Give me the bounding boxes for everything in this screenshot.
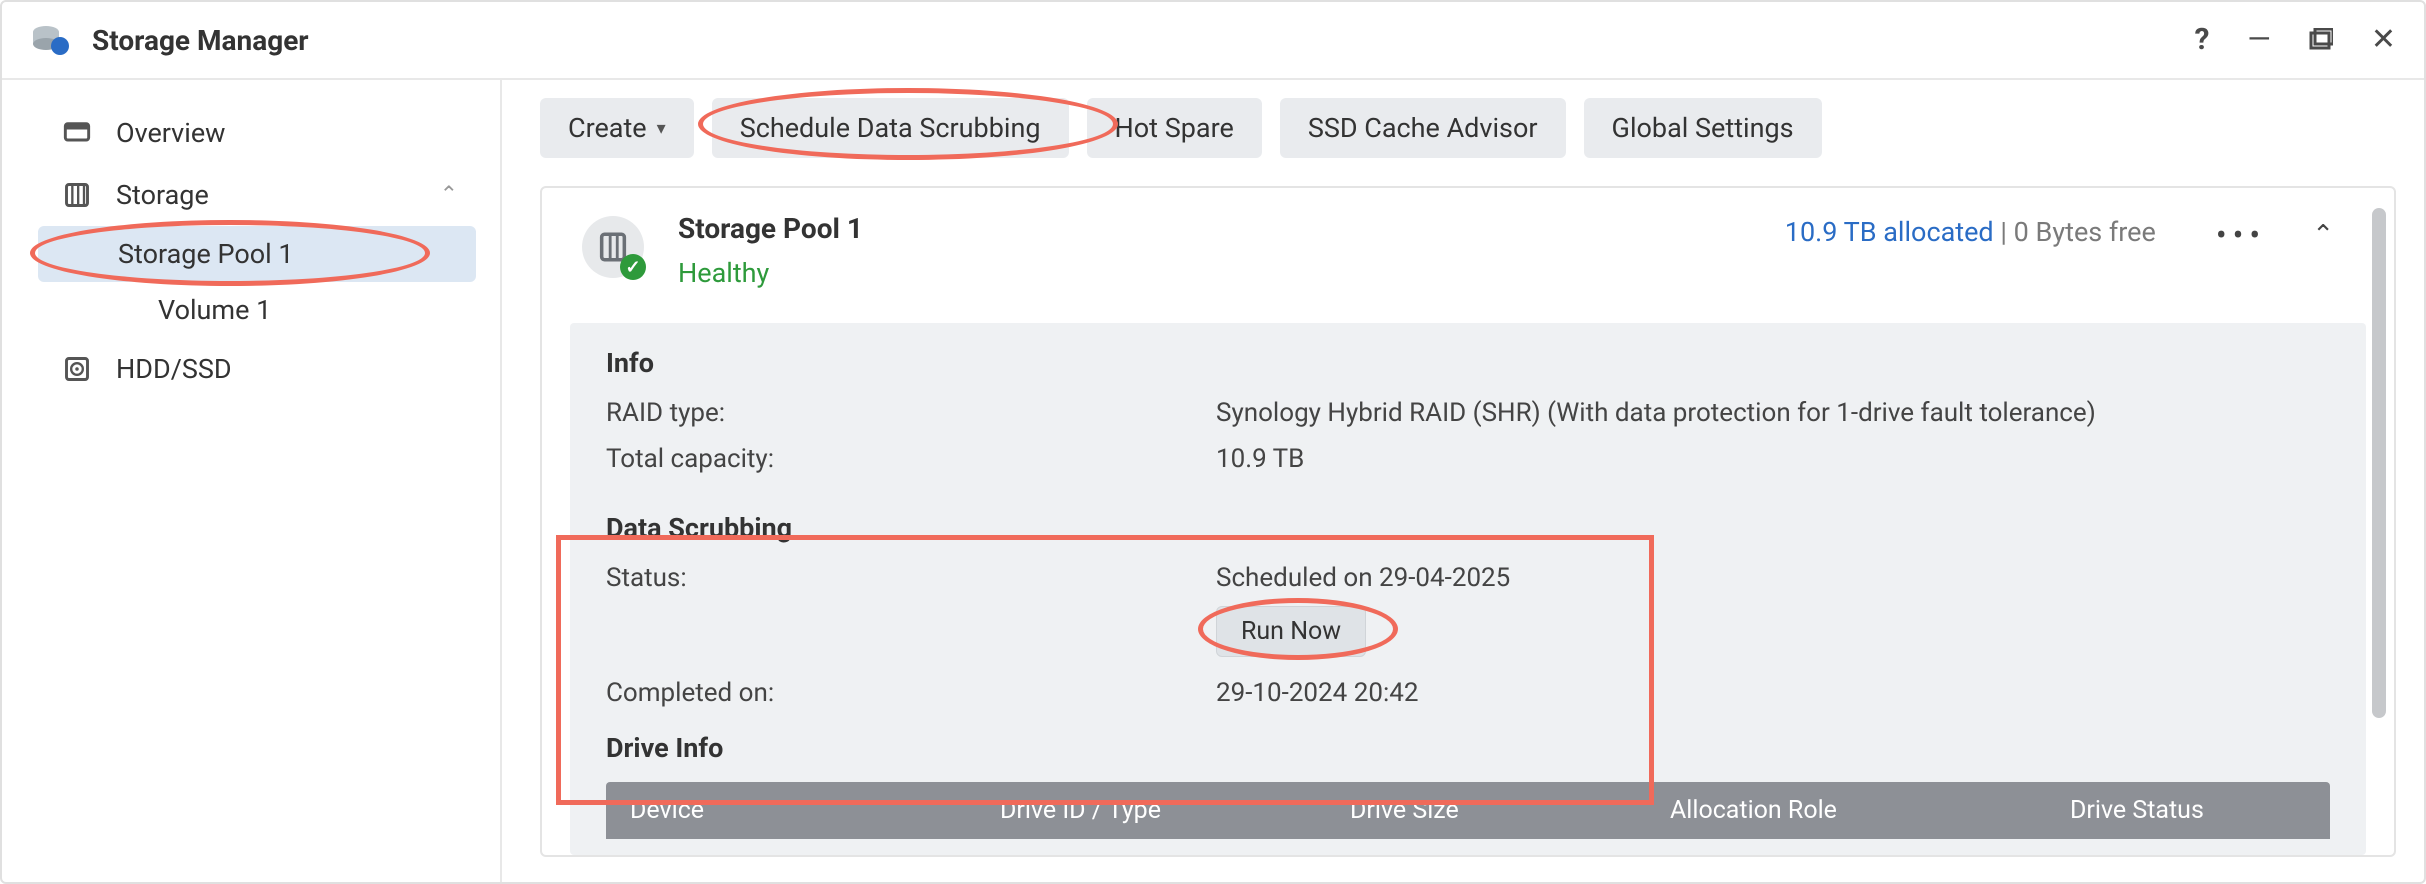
- close-icon[interactable]: ✕: [2371, 25, 2396, 55]
- pool-header-actions: ••• ⌃: [2216, 216, 2334, 254]
- create-button[interactable]: Create ▾: [540, 98, 694, 158]
- sidebar-item-volume-1[interactable]: Volume 1: [2, 282, 500, 338]
- info-label: Completed on:: [606, 675, 1216, 711]
- info-row-run-now: Run Now: [606, 606, 2330, 657]
- chevron-up-icon: ⌃: [440, 183, 458, 208]
- body: Overview Storage ⌃ Storage Pool 1 Volume…: [2, 80, 2424, 882]
- more-actions-icon[interactable]: •••: [2216, 216, 2266, 254]
- sidebar-item-hdd-ssd[interactable]: HDD/SSD: [2, 338, 500, 400]
- button-label: SSD Cache Advisor: [1308, 112, 1538, 144]
- allocated-link[interactable]: 10.9 TB allocated: [1785, 216, 1994, 248]
- run-now-button[interactable]: Run Now: [1216, 606, 1366, 657]
- scrollbar-thumb[interactable]: [2372, 208, 2386, 718]
- window-controls: ? — ✕: [2194, 25, 2396, 55]
- overview-icon: [62, 118, 92, 148]
- info-row-completed: Completed on: 29-10-2024 20:42: [606, 675, 2330, 711]
- info-value: Synology Hybrid RAID (SHR) (With data pr…: [1216, 395, 2330, 431]
- col-device: Device: [606, 782, 976, 839]
- storage-icon: [62, 180, 92, 210]
- col-size: Drive Size: [1326, 782, 1646, 839]
- pool-icon: ✓: [582, 216, 644, 278]
- global-settings-button[interactable]: Global Settings: [1584, 98, 1822, 158]
- col-driveid: Drive ID / Type: [976, 782, 1326, 839]
- main-content: Create ▾ Schedule Data Scrubbing Hot Spa…: [502, 80, 2424, 882]
- chevron-up-icon[interactable]: ⌃: [2312, 220, 2334, 250]
- pool-allocation: 10.9 TB allocated | 0 Bytes free: [1785, 216, 2156, 248]
- toolbar: Create ▾ Schedule Data Scrubbing Hot Spa…: [540, 98, 2396, 158]
- caret-down-icon: ▾: [657, 118, 666, 139]
- titlebar: Storage Manager ? — ✕: [2, 2, 2424, 80]
- help-icon[interactable]: ?: [2194, 25, 2209, 55]
- minimize-icon[interactable]: —: [2247, 25, 2270, 55]
- pool-status: Healthy: [678, 257, 863, 289]
- pool-header: ✓ Storage Pool 1 Healthy 10.9 TB allocat…: [542, 188, 2394, 313]
- sidebar-item-storage[interactable]: Storage ⌃: [2, 164, 500, 226]
- scrub-heading: Data Scrubbing: [606, 512, 2330, 544]
- pool-titles: Storage Pool 1 Healthy: [678, 212, 863, 289]
- info-row-scrub-status: Status: Scheduled on 29-04-2025: [606, 560, 2330, 596]
- info-value: Scheduled on 29-04-2025: [1216, 560, 2330, 596]
- col-status: Drive Status: [2046, 782, 2330, 839]
- schedule-data-scrubbing-button[interactable]: Schedule Data Scrubbing: [712, 98, 1069, 158]
- info-value: 29-10-2024 20:42: [1216, 675, 2330, 711]
- button-label: Schedule Data Scrubbing: [740, 112, 1041, 144]
- sidebar-item-overview[interactable]: Overview: [2, 102, 500, 164]
- maximize-icon[interactable]: [2309, 28, 2333, 52]
- ssd-cache-advisor-button[interactable]: SSD Cache Advisor: [1280, 98, 1566, 158]
- info-value: 10.9 TB: [1216, 441, 2330, 477]
- status-check-icon: ✓: [620, 254, 646, 280]
- storage-pool-card: ✓ Storage Pool 1 Healthy 10.9 TB allocat…: [540, 186, 2396, 857]
- info-label: Total capacity:: [606, 441, 1216, 477]
- hot-spare-button[interactable]: Hot Spare: [1087, 98, 1262, 158]
- pool-title: Storage Pool 1: [678, 212, 863, 245]
- sidebar: Overview Storage ⌃ Storage Pool 1 Volume…: [2, 80, 502, 882]
- info-label: RAID type:: [606, 395, 1216, 431]
- sidebar-item-label: Overview: [116, 117, 225, 149]
- app-icon: [30, 20, 70, 60]
- hdd-icon: [62, 354, 92, 384]
- app-title: Storage Manager: [92, 24, 2194, 57]
- col-role: Allocation Role: [1646, 782, 2046, 839]
- drive-info-heading: Drive Info: [606, 732, 2330, 764]
- info-label: Status:: [606, 560, 1216, 596]
- info-heading: Info: [606, 347, 2330, 379]
- drive-table-header: Device Drive ID / Type Drive Size Alloca…: [606, 782, 2330, 839]
- button-label: Create: [568, 112, 647, 144]
- sidebar-item-label: HDD/SSD: [116, 353, 232, 385]
- sidebar-item-label: Storage Pool 1: [118, 238, 294, 270]
- sidebar-item-storage-pool-1[interactable]: Storage Pool 1: [38, 226, 476, 282]
- free-text: 0 Bytes free: [2014, 216, 2156, 248]
- info-row-capacity: Total capacity: 10.9 TB: [606, 441, 2330, 477]
- sidebar-item-label: Volume 1: [158, 294, 271, 326]
- button-label: Global Settings: [1612, 112, 1794, 144]
- scrollbar[interactable]: [2372, 208, 2386, 728]
- info-row-raid: RAID type: Synology Hybrid RAID (SHR) (W…: [606, 395, 2330, 431]
- sidebar-item-label: Storage: [116, 179, 209, 211]
- info-panel: Info RAID type: Synology Hybrid RAID (SH…: [570, 323, 2366, 855]
- button-label: Hot Spare: [1115, 112, 1234, 144]
- alloc-separator: |: [2000, 216, 2013, 248]
